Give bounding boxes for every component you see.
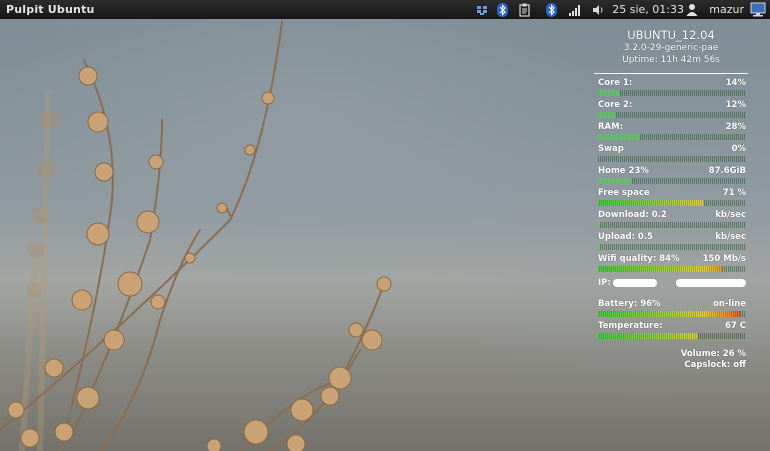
redacted-ip <box>612 278 657 287</box>
stats-list-2: Battery: 96% on-line Temperature: 67 C <box>592 299 750 339</box>
stat-row: Core 2: 12% <box>592 100 750 111</box>
kernel-version: 3.2.0-29-generic-pae <box>623 43 719 53</box>
user-icon <box>686 3 698 16</box>
stat-bar-fill <box>598 90 619 96</box>
stat-bar <box>598 178 746 184</box>
stat-bar <box>598 222 746 228</box>
volume-icon[interactable] <box>592 2 604 17</box>
stat-row: Temperature: 67 C <box>592 321 750 332</box>
stat-bar <box>598 311 746 317</box>
stat-value: 87.6GiB <box>708 166 746 176</box>
stat-bar-fill <box>598 266 723 272</box>
top-panel: Pulpit Ubuntu 25 sie, 01:33 mazur <box>0 0 770 19</box>
signal-bars-icon[interactable] <box>569 2 582 17</box>
stat-bar <box>598 156 746 162</box>
stat-label: RAM: <box>598 122 623 132</box>
stat-value: 67 C <box>724 321 746 331</box>
stat-label: Battery: 96% <box>598 299 661 309</box>
capslock-status: Capslock: off <box>684 360 746 370</box>
stat-row: Home 23% 87.6GiB <box>592 166 750 177</box>
stat-value: kb/sec <box>715 232 746 242</box>
stat-bar <box>598 266 746 272</box>
stat-value: 150 Mb/s <box>702 254 746 264</box>
stat-value: 12% <box>725 100 746 110</box>
stat-bar-fill <box>598 178 633 184</box>
stat-value: 14% <box>725 78 746 88</box>
stat-value: kb/sec <box>715 210 746 220</box>
stat-row: Wifi quality: 84% 150 Mb/s <box>592 254 750 265</box>
stat-row: Battery: 96% on-line <box>592 299 750 310</box>
stat-value: 0% <box>731 144 746 154</box>
ip-label: IP: <box>598 277 611 288</box>
stat-label: Core 1: <box>598 78 633 88</box>
stat-bar-fill <box>598 311 741 317</box>
stat-label: Wifi quality: 84% <box>598 254 680 264</box>
stat-value: 71 % <box>722 188 746 198</box>
stat-label: Download: 0.2 <box>598 210 667 220</box>
stat-bar <box>598 244 746 250</box>
stat-row: Core 1: 14% <box>592 78 750 89</box>
stat-label: Free space <box>598 188 650 198</box>
stat-row: Upload: 0.5 kb/sec <box>592 232 750 243</box>
hostname: UBUNTU_12.04 <box>627 28 715 42</box>
stat-value: 28% <box>725 122 746 132</box>
conky-monitor: UBUNTU_12.04 3.2.0-29-generic-pae Uptime… <box>592 28 750 371</box>
stat-bar <box>598 333 746 339</box>
bluetooth-icon[interactable] <box>546 2 557 17</box>
stat-bar <box>598 90 746 96</box>
stat-bar-fill <box>598 134 640 140</box>
stat-bar-fill <box>598 200 704 206</box>
user-menu[interactable]: mazur <box>709 0 744 19</box>
uptime: Uptime: 11h 42m 56s <box>622 55 720 65</box>
stat-row: RAM: 28% <box>592 122 750 133</box>
stat-bar-fill <box>598 112 616 118</box>
stat-label: Home 23% <box>598 166 649 176</box>
stat-bar-fill <box>598 244 600 250</box>
stat-bar <box>598 200 746 206</box>
stat-bar <box>598 112 746 118</box>
stat-row: Swap 0% <box>592 144 750 155</box>
stat-label: Core 2: <box>598 100 633 110</box>
display-icon[interactable] <box>750 2 766 17</box>
stat-row: Free space 71 % <box>592 188 750 199</box>
stat-bar-fill <box>598 333 698 339</box>
stat-value: on-line <box>712 299 746 309</box>
stat-label: Swap <box>598 144 624 154</box>
stat-row: Download: 0.2 kb/sec <box>592 210 750 221</box>
stat-bar <box>598 134 746 140</box>
volume-status: Volume: 26 % <box>680 349 746 359</box>
panel-title: Pulpit Ubuntu <box>6 3 95 16</box>
redacted-external-ip <box>676 278 746 287</box>
stat-bar-fill <box>598 222 600 228</box>
clipboard-icon[interactable] <box>519 2 530 17</box>
stats-list: Core 1: 14% Core 2: 12% RAM: 28% Swap 0% Home 23… <box>592 78 750 272</box>
separator <box>594 73 748 74</box>
dropbox-icon[interactable] <box>476 2 488 17</box>
stat-label: Upload: 0.5 <box>598 232 653 242</box>
ip-row: IP: <box>592 276 750 289</box>
stat-label: Temperature: <box>598 321 663 331</box>
clock[interactable]: 25 sie, 01:33 <box>612 0 684 19</box>
bluetooth-icon[interactable] <box>497 2 508 17</box>
